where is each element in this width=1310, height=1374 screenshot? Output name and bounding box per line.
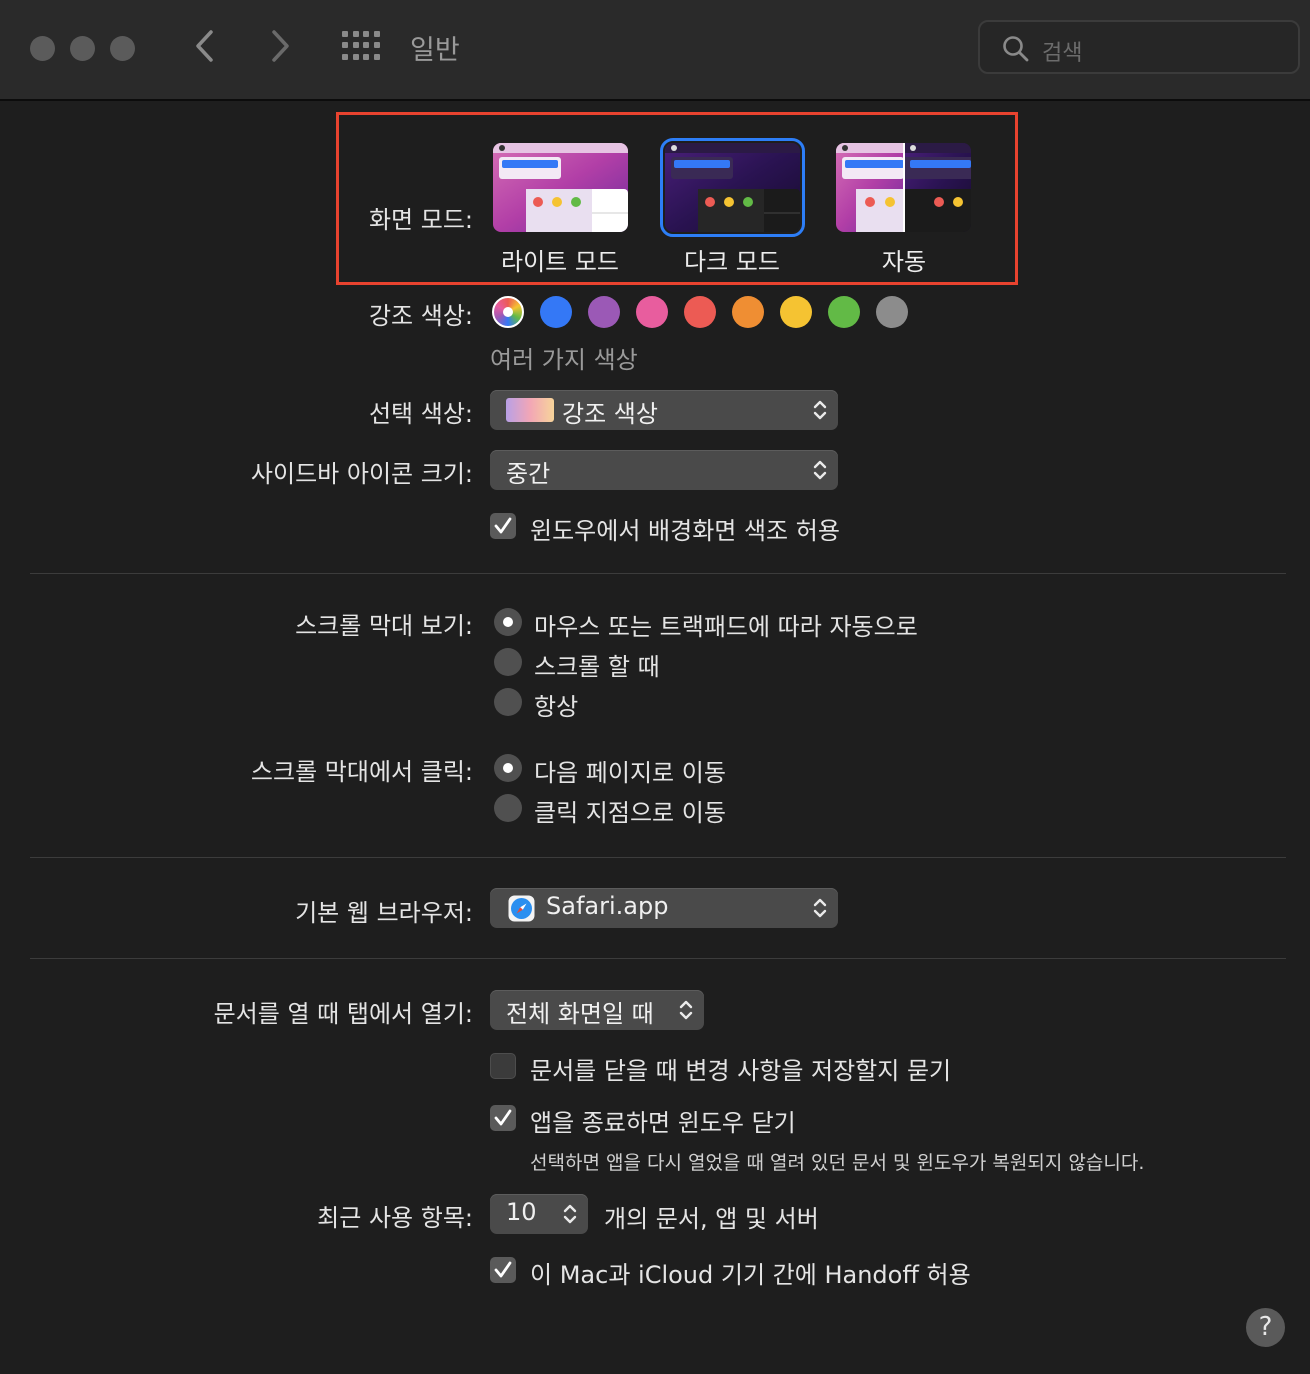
accent-purple-swatch[interactable] xyxy=(588,296,620,328)
back-button[interactable] xyxy=(193,28,217,73)
window-title: 일반 xyxy=(410,35,460,66)
recent-items-suffix: 개의 문서, 앱 및 서버 xyxy=(604,1205,819,1233)
accent-color-label: 강조 색상: xyxy=(368,302,473,330)
recent-items-label: 최근 사용 항목: xyxy=(317,1204,473,1232)
sidebar-icon-size-value: 중간 xyxy=(506,460,551,488)
chevron-right-icon xyxy=(272,30,289,62)
accent-graphite-swatch[interactable] xyxy=(876,296,908,328)
title-bar: 일반 검색 xyxy=(0,0,1310,101)
highlight-color-value: 강조 색상 xyxy=(562,400,658,428)
scroll-bars-when-scrolling-label: 스크롤 할 때 xyxy=(534,653,660,681)
chevron-left-icon xyxy=(196,30,213,62)
handoff-label: 이 Mac과 iCloud 기기 간에 Handoff 허용 xyxy=(530,1261,971,1289)
show-scroll-bars-label: 스크롤 막대 보기: xyxy=(295,612,473,640)
scroll-bars-always-radio[interactable] xyxy=(494,688,522,716)
forward-button[interactable] xyxy=(268,28,292,73)
close-windows-checkbox[interactable] xyxy=(490,1105,516,1131)
default-browser-popup[interactable]: Safari.app xyxy=(490,888,838,928)
appearance-auto-label: 자동 xyxy=(881,248,927,276)
safari-icon xyxy=(508,895,535,922)
search-icon xyxy=(1003,36,1029,62)
accent-yellow-swatch[interactable] xyxy=(780,296,812,328)
checkmark-icon xyxy=(494,1109,512,1126)
sidebar-icon-size-popup[interactable]: 중간 xyxy=(490,450,838,490)
wallpaper-tinting-label: 윈도우에서 배경화면 색조 허용 xyxy=(530,517,840,545)
sidebar-icon-size-label: 사이드바 아이콘 크기: xyxy=(250,460,473,488)
scroll-bars-auto-radio[interactable] xyxy=(494,608,522,636)
close-windows-label: 앱을 종료하면 윈도우 닫기 xyxy=(530,1109,796,1137)
accent-red-swatch[interactable] xyxy=(684,296,716,328)
appearance-light-thumbnail[interactable] xyxy=(493,143,628,232)
accent-orange-swatch[interactable] xyxy=(732,296,764,328)
ask-keep-changes-checkbox[interactable] xyxy=(490,1053,516,1079)
show-all-grid-icon[interactable] xyxy=(342,31,380,61)
appearance-dark-label: 다크 모드 xyxy=(684,248,780,276)
click-next-page-radio[interactable] xyxy=(494,754,522,782)
chevron-updown-icon xyxy=(813,400,827,420)
scroll-bars-always-label: 항상 xyxy=(534,693,579,721)
help-button[interactable]: ? xyxy=(1246,1308,1285,1347)
appearance-dark-thumbnail[interactable] xyxy=(660,138,805,237)
chevron-updown-icon xyxy=(813,898,827,918)
click-scroll-bar-label: 스크롤 막대에서 클릭: xyxy=(250,758,473,786)
ask-keep-changes-label: 문서를 닫을 때 변경 사항을 저장할지 묻기 xyxy=(530,1057,952,1085)
search-placeholder: 검색 xyxy=(1042,41,1083,66)
minimize-window-button[interactable] xyxy=(70,36,95,61)
divider xyxy=(30,958,1286,959)
chevron-updown-icon xyxy=(563,1204,577,1224)
accent-blue-swatch[interactable] xyxy=(540,296,572,328)
highlight-color-label: 선택 색상: xyxy=(368,400,473,428)
recent-items-value: 10 xyxy=(506,1198,537,1226)
prefer-tabs-label: 문서를 열 때 탭에서 열기: xyxy=(213,1000,473,1028)
appearance-auto-thumbnail[interactable] xyxy=(836,143,971,232)
scroll-bars-auto-label: 마우스 또는 트랙패드에 따라 자동으로 xyxy=(534,613,918,641)
divider xyxy=(30,573,1286,574)
accent-pink-swatch[interactable] xyxy=(636,296,668,328)
accent-caption: 여러 가지 색상 xyxy=(490,346,638,374)
prefer-tabs-value: 전체 화면일 때 xyxy=(506,1000,654,1028)
default-browser-value: Safari.app xyxy=(546,892,669,920)
click-next-page-label: 다음 페이지로 이동 xyxy=(534,759,726,787)
wallpaper-tinting-checkbox[interactable] xyxy=(490,513,516,539)
accent-green-swatch[interactable] xyxy=(828,296,860,328)
divider xyxy=(30,857,1286,858)
highlight-color-popup[interactable]: 강조 색상 xyxy=(490,390,838,430)
close-windows-description: 선택하면 앱을 다시 열었을 때 열려 있던 문서 및 윈도우가 복원되지 않습… xyxy=(530,1152,1145,1174)
checkmark-icon xyxy=(494,517,512,534)
chevron-updown-icon xyxy=(679,1000,693,1020)
scroll-bars-when-scrolling-radio[interactable] xyxy=(494,648,522,676)
search-input[interactable]: 검색 xyxy=(978,20,1300,74)
handoff-checkbox[interactable] xyxy=(490,1257,516,1283)
checkmark-icon xyxy=(494,1261,512,1278)
appearance-light-label: 라이트 모드 xyxy=(500,248,620,276)
zoom-window-button[interactable] xyxy=(110,36,135,61)
close-window-button[interactable] xyxy=(30,36,55,61)
default-browser-label: 기본 웹 브라우저: xyxy=(295,899,473,927)
accent-multicolor-swatch[interactable] xyxy=(492,296,524,328)
appearance-label: 화면 모드: xyxy=(368,206,473,234)
click-spot-label: 클릭 지점으로 이동 xyxy=(534,799,726,827)
recent-items-popup[interactable]: 10 xyxy=(490,1194,588,1234)
chevron-updown-icon xyxy=(813,460,827,480)
highlight-swatch xyxy=(506,398,554,422)
click-spot-radio[interactable] xyxy=(494,794,522,822)
help-icon: ? xyxy=(1258,1312,1273,1342)
prefer-tabs-popup[interactable]: 전체 화면일 때 xyxy=(490,990,704,1030)
